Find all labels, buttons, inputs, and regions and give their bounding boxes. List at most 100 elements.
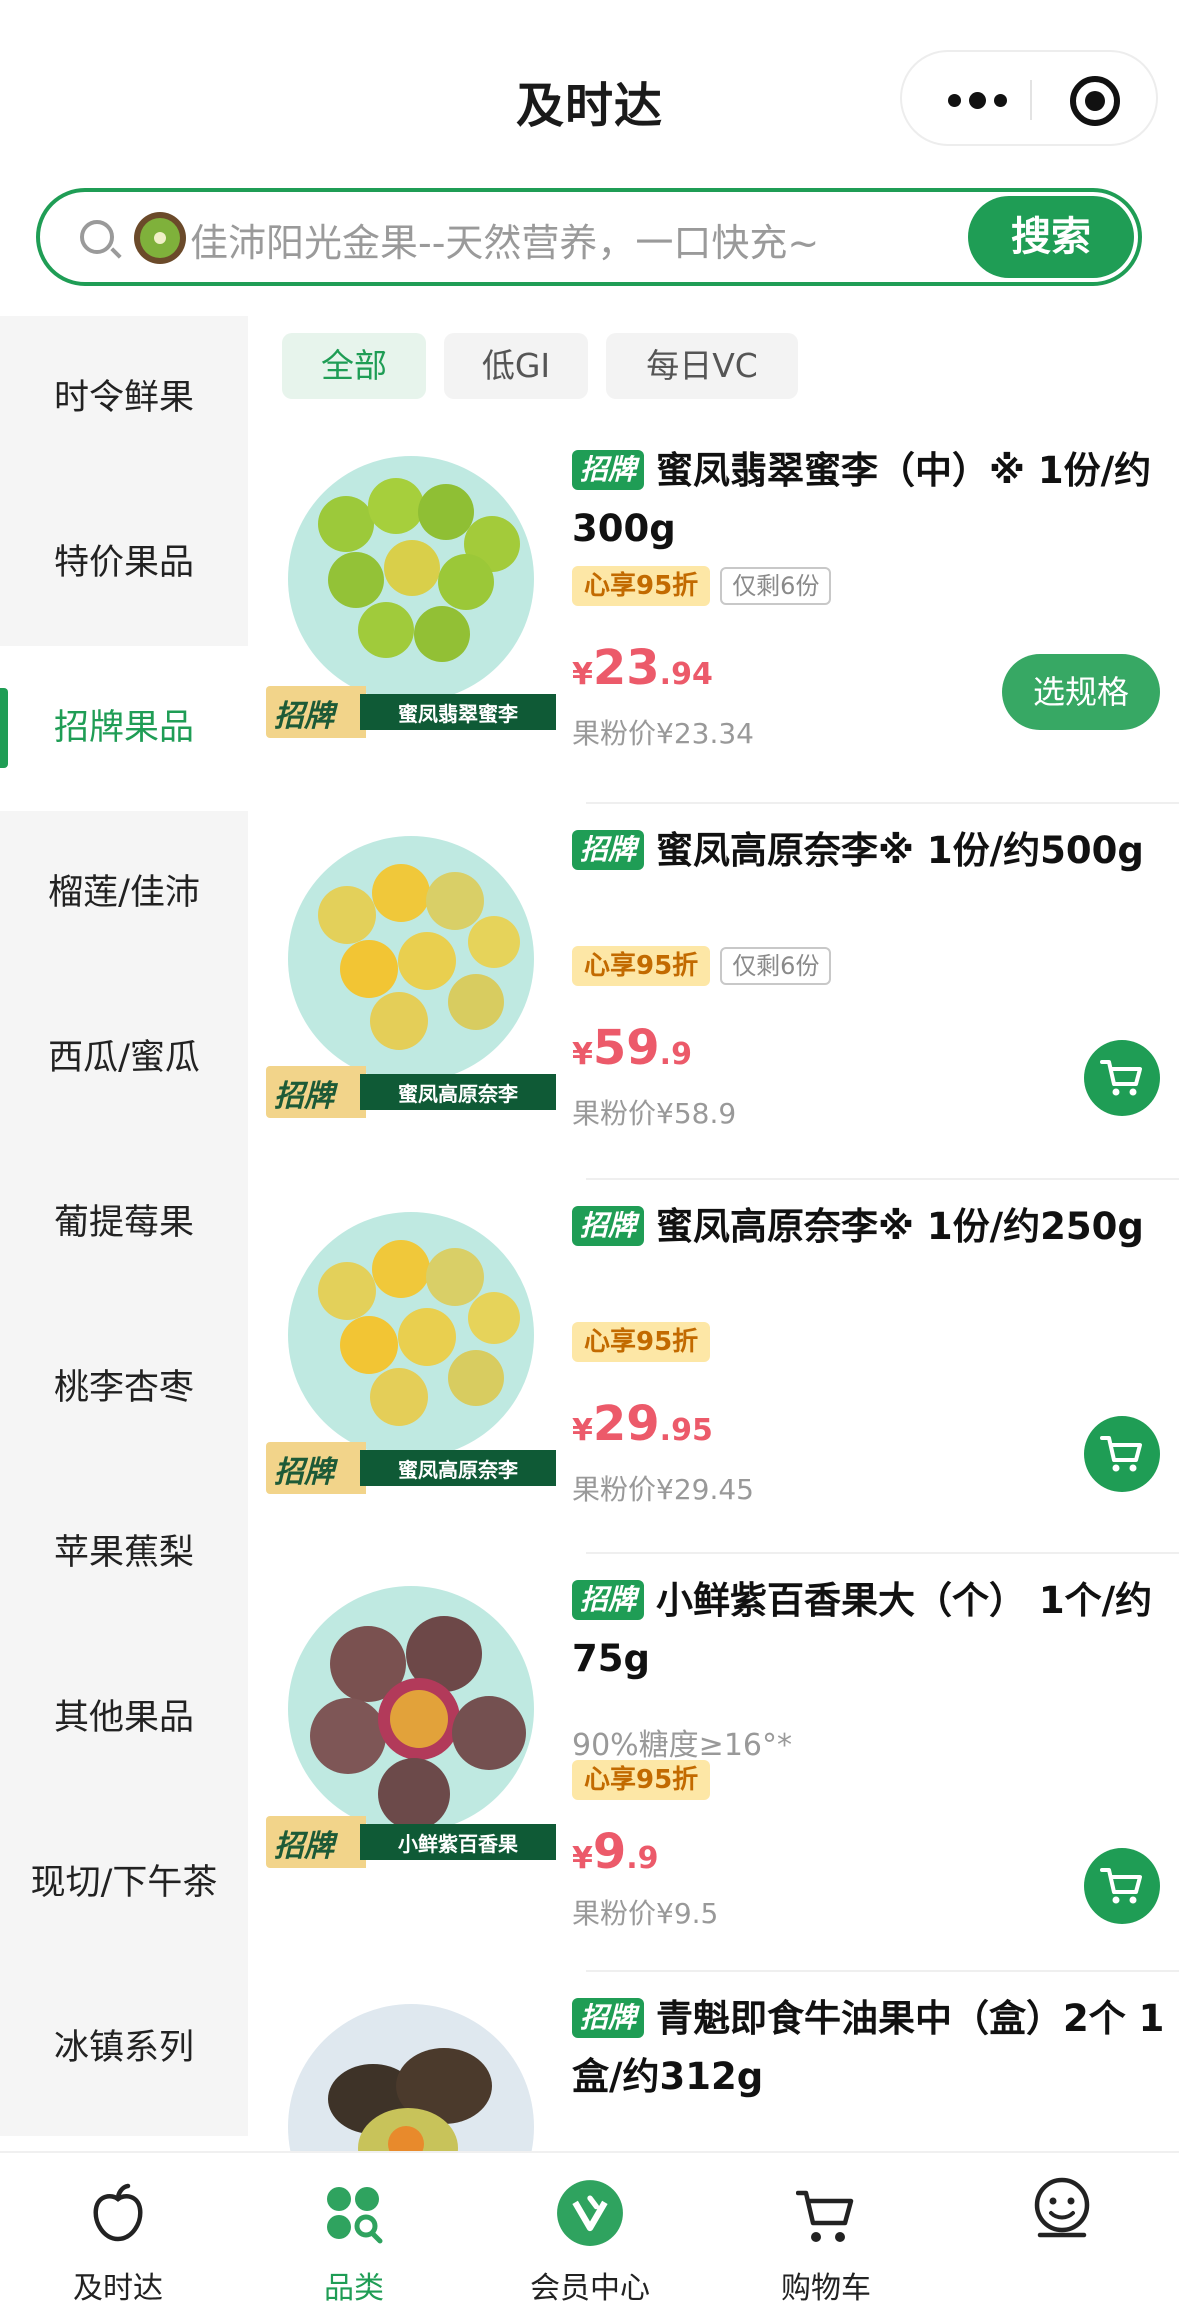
price-decimal: .94: [659, 657, 713, 692]
banner-left-text: 招牌: [274, 1455, 334, 1490]
add-to-cart-button[interactable]: [1084, 1040, 1160, 1116]
sidebar-item-apple-banana-pear[interactable]: 苹果蕉梨: [0, 1471, 248, 1636]
product-card[interactable]: 招牌 蜜凤翡翠蜜李 招牌 蜜凤翡翠蜜李（中）※ 1份/约300g 心享95折 仅剩6…: [266, 422, 1179, 794]
discount-badge: 心享95折: [572, 946, 711, 986]
sidebar-item-stone-fruit[interactable]: 桃李杏枣: [0, 1306, 248, 1471]
tab-profile[interactable]: [944, 2153, 1179, 2321]
smiley-icon: [1034, 2177, 1090, 2238]
product-name: 招牌 蜜凤翡翠蜜李（中）※ 1份/约300g: [572, 442, 1172, 558]
brand-tag: 招牌: [572, 1206, 645, 1246]
category-sidebar: 时令鲜果 特价果品 招牌果品 榴莲/佳沛 西瓜/蜜瓜 葡提莓果 桃李杏枣 苹果蕉…: [0, 316, 248, 2136]
divider: [586, 1178, 1179, 1180]
product-name: 招牌 青魁即食牛油果中（盒）2个 1盒/约312g: [572, 1990, 1172, 2106]
sidebar-item-special[interactable]: 特价果品: [0, 481, 248, 646]
product-tags: 心享95折: [572, 1760, 720, 1800]
sidebar-item-other[interactable]: 其他果品: [0, 1636, 248, 1801]
product-card[interactable]: 招牌 蜜凤高原奈李 招牌 蜜凤高原奈李※ 1份/约250g 心享95折 ¥29.9…: [266, 1178, 1179, 1550]
stock-badge: 仅剩6份: [720, 947, 832, 985]
add-to-cart-button[interactable]: [1084, 1848, 1160, 1924]
cart-icon: [1100, 1436, 1142, 1472]
price: ¥23.94: [572, 640, 713, 696]
member-price: 果粉价¥9.5: [572, 1897, 719, 1930]
product-image: 招牌 蜜凤翡翠蜜李: [266, 448, 556, 738]
cart-icon: [1100, 1868, 1142, 1904]
price: ¥29.95: [572, 1396, 713, 1452]
product-subtitle: 90%糖度≥16°*: [572, 1728, 792, 1763]
filter-low-gi[interactable]: 低GI: [444, 333, 588, 399]
product-image: 招牌 蜜凤高原奈李: [266, 828, 556, 1118]
filter-all[interactable]: 全部: [282, 333, 426, 399]
apple-icon: [93, 2183, 143, 2242]
banner-right-text: 小鲜紫百香果: [398, 1832, 518, 1856]
sidebar-item-signature[interactable]: 招牌果品: [0, 646, 248, 811]
discount-badge: 心享95折: [572, 566, 711, 606]
image-banner: 招牌 蜜凤高原奈李: [266, 1442, 556, 1494]
cart-icon: [1100, 1060, 1142, 1096]
product-name-text: 蜜凤高原奈李※ 1份/约250g: [656, 1205, 1144, 1248]
search-icon: [80, 220, 114, 254]
product-tags: 心享95折 仅剩6份: [572, 566, 832, 606]
price-decimal: .9: [626, 1841, 659, 1876]
sidebar-item-melon[interactable]: 西瓜/蜜瓜: [0, 976, 248, 1141]
kiwi-icon: [134, 212, 186, 264]
tab-label: 品类: [324, 2271, 384, 2306]
price-decimal: .9: [659, 1037, 692, 1072]
price-currency: ¥: [572, 657, 593, 692]
mini-program-capsule: [900, 50, 1158, 146]
tab-member-center[interactable]: 会员中心: [472, 2153, 708, 2321]
product-name: 招牌 蜜凤高原奈李※ 1份/约500g: [572, 822, 1172, 880]
price-currency: ¥: [572, 1841, 593, 1876]
image-banner: 招牌 蜜凤高原奈李: [266, 1066, 556, 1118]
add-to-cart-button[interactable]: [1084, 1416, 1160, 1492]
more-options-icon[interactable]: [932, 80, 1022, 120]
member-price: 果粉价¥58.9: [572, 1097, 737, 1130]
product-card[interactable]: 招牌 蜜凤高原奈李 招牌 蜜凤高原奈李※ 1份/约500g 心享95折 仅剩6份 ¥…: [266, 802, 1179, 1174]
brand-tag: 招牌: [572, 450, 645, 490]
product-card[interactable]: 招牌 小鲜紫百香果 招牌 小鲜紫百香果大（个） 1个/约75g 90%糖度≥16°…: [266, 1552, 1179, 1930]
close-target-icon[interactable]: [1070, 76, 1120, 126]
product-name: 招牌 小鲜紫百香果大（个） 1个/约75g: [572, 1572, 1172, 1688]
product-image: 招牌 蜜凤高原奈李: [266, 1204, 556, 1494]
tab-cart[interactable]: 购物车: [708, 2153, 944, 2321]
product-image: 招牌 小鲜紫百香果: [266, 1578, 556, 1868]
product-name-text: 小鲜紫百香果大（个） 1个/约75g: [572, 1579, 1153, 1680]
capsule-divider: [1030, 80, 1032, 120]
product-name: 招牌 蜜凤高原奈李※ 1份/约250g: [572, 1198, 1172, 1256]
tab-category[interactable]: 品类: [236, 2153, 472, 2321]
sidebar-item-chilled[interactable]: 冰镇系列: [0, 1966, 248, 2131]
divider: [586, 1970, 1179, 1972]
search-bar[interactable]: 佳沛阳光金果--天然营养，一口快充~ 搜索: [36, 188, 1142, 286]
bottom-tab-bar: 及时达 品类 会员中心 购物车: [0, 2151, 1179, 2321]
tab-label: 及时达: [73, 2271, 163, 2306]
banner-left-text: 招牌: [274, 1829, 334, 1864]
image-banner: 招牌 蜜凤翡翠蜜李: [266, 686, 556, 738]
banner-left-text: 招牌: [274, 1079, 334, 1114]
image-banner: 招牌 小鲜紫百香果: [266, 1816, 556, 1868]
product-name-text: 蜜凤高原奈李※ 1份/约500g: [656, 829, 1144, 872]
brand-tag: 招牌: [572, 830, 645, 870]
price-integer: 23: [592, 640, 660, 696]
product-name-text: 蜜凤翡翠蜜李（中）※ 1份/约300g: [572, 449, 1152, 550]
price-currency: ¥: [572, 1037, 593, 1072]
stock-badge: 仅剩6份: [720, 567, 832, 605]
tab-express[interactable]: 及时达: [0, 2153, 236, 2321]
category-icon: [327, 2187, 383, 2244]
sidebar-item-fresh-cut[interactable]: 现切/下午茶: [0, 1801, 248, 1966]
filter-daily-vc[interactable]: 每日VC: [606, 333, 798, 399]
price-integer: 29: [592, 1396, 660, 1452]
price-decimal: .95: [659, 1413, 713, 1448]
product-image: [266, 1996, 556, 2151]
sidebar-item-durian[interactable]: 榴莲/佳沛: [0, 811, 248, 976]
product-card[interactable]: 招牌 青魁即食牛油果中（盒）2个 1盒/约312g: [266, 1970, 1179, 2151]
sidebar-item-grape-berry[interactable]: 葡提莓果: [0, 1141, 248, 1306]
select-spec-button[interactable]: 选规格: [1002, 654, 1160, 730]
product-tags: 心享95折: [572, 1322, 720, 1362]
product-name-text: 青魁即食牛油果中（盒）2个 1盒/约312g: [572, 1997, 1165, 2098]
tab-label: 购物车: [781, 2271, 871, 2306]
sidebar-item-seasonal[interactable]: 时令鲜果: [0, 316, 248, 481]
search-placeholder: 佳沛阳光金果--天然营养，一口快充~: [190, 221, 820, 265]
member-price: 果粉价¥23.34: [572, 717, 754, 750]
price: ¥59.9: [572, 1020, 692, 1076]
discount-badge: 心享95折: [572, 1322, 711, 1362]
search-button[interactable]: 搜索: [968, 196, 1134, 278]
